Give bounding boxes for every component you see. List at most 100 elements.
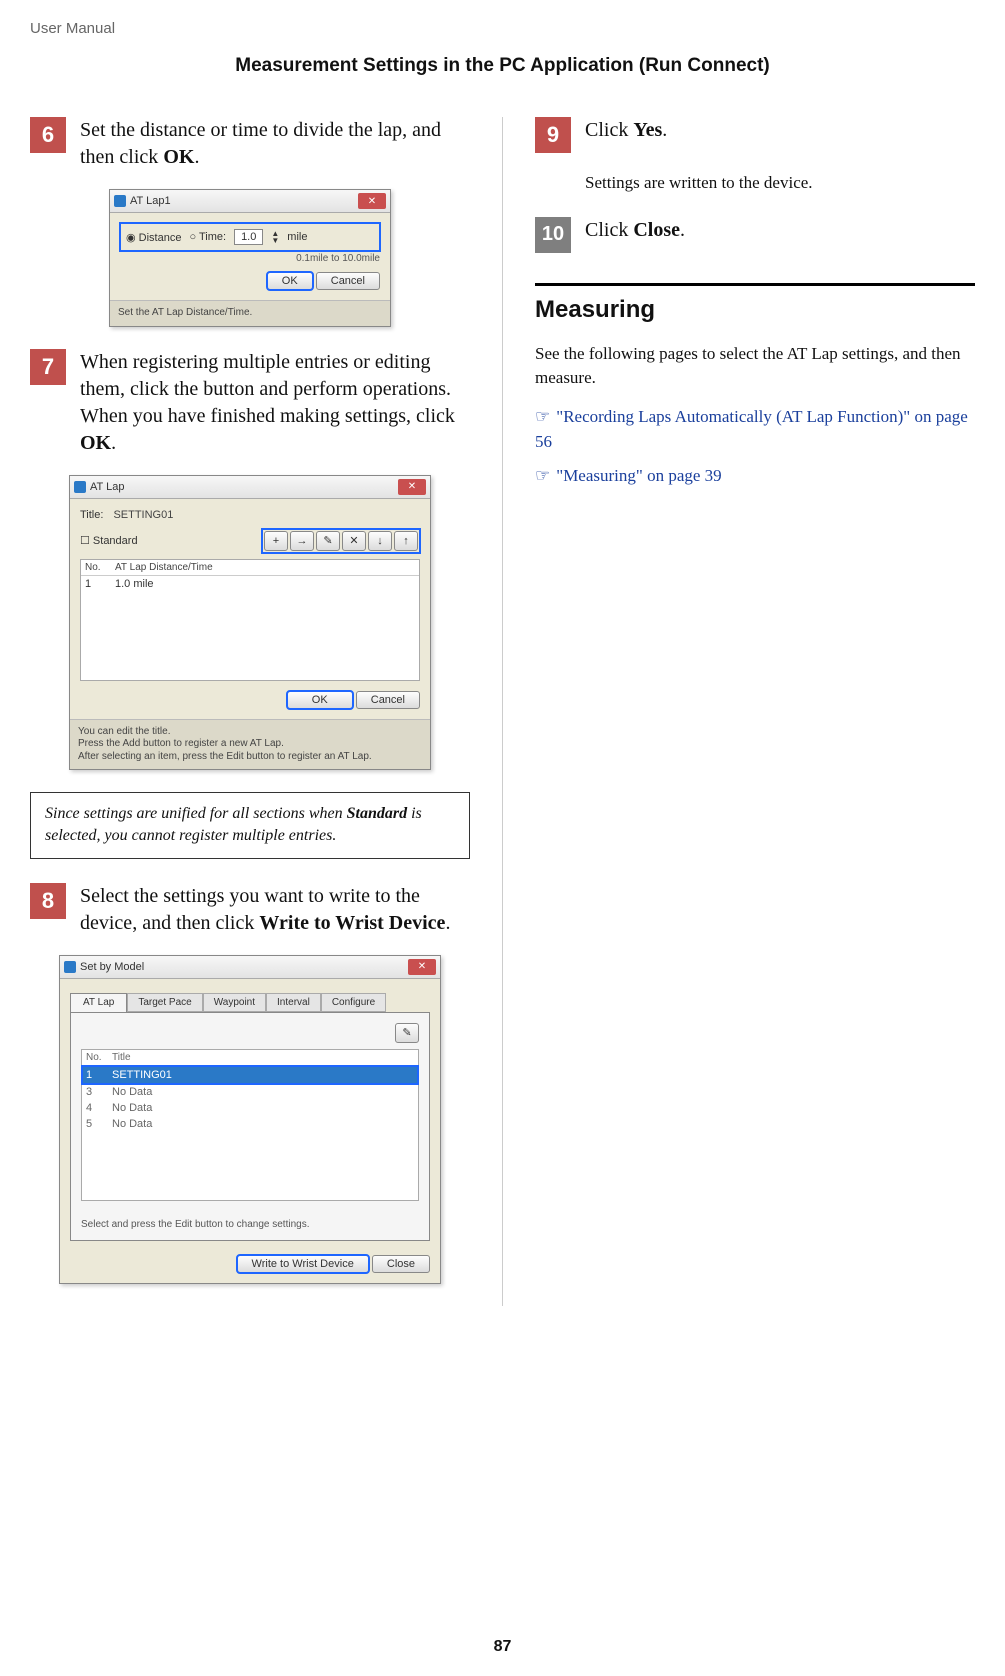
label: Distance: [139, 232, 182, 244]
tab-interval[interactable]: Interval: [266, 993, 321, 1012]
dialog-content: ◉ Distance ○ Time: 1.0 ▲ ▼ mile 0.1mile …: [110, 213, 390, 300]
help-text: Set the AT Lap Distance/Time.: [110, 300, 390, 326]
move-down-button[interactable]: ↓: [368, 531, 392, 551]
section-heading-measuring: Measuring: [535, 296, 975, 324]
value-input[interactable]: 1.0: [234, 229, 263, 245]
cell-no: 5: [86, 1118, 112, 1130]
cross-reference-link[interactable]: ☞"Recording Laps Automatically (AT Lap F…: [535, 405, 975, 454]
tab-atlap[interactable]: AT Lap: [70, 993, 127, 1012]
bold: Write to Wrist Device: [259, 912, 445, 934]
cell-no: 4: [86, 1102, 112, 1114]
range-hint: 0.1mile to 10.0mile: [120, 253, 380, 264]
tab-configure[interactable]: Configure: [321, 993, 386, 1012]
help-line: You can edit the title.: [78, 726, 422, 739]
step-text: When registering multiple entries or edi…: [80, 349, 470, 457]
text: When you have finished making settings, …: [80, 405, 455, 427]
link-text: "Recording Laps Automatically (AT Lap Fu…: [535, 407, 968, 451]
text: Since settings are unified for all secti…: [45, 805, 347, 822]
ok-button[interactable]: OK: [287, 691, 353, 709]
standard-checkbox[interactable]: ☐ Standard: [80, 534, 138, 547]
bold: OK: [163, 146, 194, 168]
table-row-selected[interactable]: 1 SETTING01: [82, 1066, 418, 1084]
cancel-button[interactable]: Cancel: [316, 272, 380, 290]
title-label: Title:: [80, 509, 103, 521]
step-6: 6 Set the distance or time to divide the…: [30, 117, 470, 171]
app-icon: [74, 481, 86, 493]
col-no: No.: [86, 1052, 112, 1063]
table-row[interactable]: 5No Data: [82, 1116, 418, 1132]
radio-distance[interactable]: ◉ Distance: [126, 231, 181, 244]
step-9: 9 Click Yes.: [535, 117, 975, 153]
pointer-icon: ☞: [535, 407, 550, 426]
text: .: [680, 219, 685, 241]
delete-button[interactable]: ✕: [342, 531, 366, 551]
cell-no: 1: [85, 578, 115, 590]
help-line: Press the Add button to register a new A…: [78, 738, 422, 751]
step-7: 7 When registering multiple entries or e…: [30, 349, 470, 457]
cancel-button[interactable]: Cancel: [356, 691, 420, 709]
toolbar: + → ✎ ✕ ↓ ↑: [262, 529, 420, 553]
window-title: AT Lap: [90, 481, 124, 493]
body-text: See the following pages to select the AT…: [535, 342, 975, 391]
button-row: Write to Wrist Device Close: [70, 1255, 430, 1273]
screenshot-atlap-list-dialog: AT Lap ✕ Title: SETTING01 ☐ Standard + →…: [69, 475, 431, 771]
close-button[interactable]: Close: [372, 1255, 430, 1273]
col-title: Title: [112, 1052, 131, 1063]
add-button[interactable]: +: [264, 531, 288, 551]
window-titlebar: AT Lap1 ✕: [110, 190, 390, 213]
radio-time[interactable]: ○ Time:: [189, 231, 226, 243]
step-text: Select the settings you want to write to…: [80, 883, 470, 937]
cell-title: No Data: [112, 1118, 152, 1130]
cell-title: No Data: [112, 1102, 152, 1114]
text: Set the distance or time to divide the l…: [80, 119, 441, 168]
write-to-wrist-button[interactable]: Write to Wrist Device: [237, 1255, 369, 1273]
two-column-layout: 6 Set the distance or time to divide the…: [30, 117, 975, 1306]
edit-icon[interactable]: ✎: [395, 1023, 419, 1043]
text: .: [111, 432, 116, 454]
tab-waypoint[interactable]: Waypoint: [203, 993, 266, 1012]
close-icon[interactable]: ✕: [398, 479, 426, 495]
close-icon[interactable]: ✕: [358, 193, 386, 209]
cell-dt: 1.0 mile: [115, 578, 154, 590]
ok-button[interactable]: OK: [267, 272, 313, 290]
list-table: No. AT Lap Distance/Time 1 1.0 mile: [80, 559, 420, 681]
window-title: Set by Model: [80, 961, 144, 973]
step-text: Set the distance or time to divide the l…: [80, 117, 470, 171]
window-title: AT Lap1: [130, 195, 171, 207]
text: Click: [585, 119, 633, 141]
text: Click: [585, 219, 633, 241]
manual-page: User Manual Measurement Settings in the …: [0, 0, 1005, 1676]
table-row[interactable]: 3No Data: [82, 1084, 418, 1100]
cell-title: No Data: [112, 1086, 152, 1098]
page-number: 87: [0, 1638, 1005, 1656]
tab-target-pace[interactable]: Target Pace: [127, 993, 202, 1012]
label: Time:: [199, 231, 226, 243]
right-column: 9 Click Yes. Settings are written to the…: [535, 117, 975, 1306]
help-line: After selecting an item, press the Edit …: [78, 751, 422, 764]
edit-button[interactable]: ✎: [316, 531, 340, 551]
button-row: OK Cancel: [120, 272, 380, 290]
app-icon: [64, 961, 76, 973]
close-icon[interactable]: ✕: [408, 959, 436, 975]
table-row[interactable]: 1 1.0 mile: [81, 576, 419, 592]
move-up-button[interactable]: ↑: [394, 531, 418, 551]
distance-time-row: ◉ Distance ○ Time: 1.0 ▲ ▼ mile: [120, 223, 380, 251]
bold: Close: [633, 219, 680, 241]
table-row[interactable]: 4No Data: [82, 1100, 418, 1116]
bold: OK: [80, 432, 111, 454]
left-column: 6 Set the distance or time to divide the…: [30, 117, 470, 1306]
step-text: Click Yes.: [585, 117, 975, 153]
cross-reference-link[interactable]: ☞"Measuring" on page 39: [535, 464, 975, 489]
chapter-title: Measurement Settings in the PC Applicati…: [30, 55, 975, 77]
column-divider: [502, 117, 503, 1306]
spinner-down-icon[interactable]: ▼: [271, 237, 279, 244]
title-value[interactable]: SETTING01: [113, 509, 173, 521]
text: .: [194, 146, 199, 168]
pointer-icon: ☞: [535, 466, 550, 485]
help-text: Select and press the Edit button to chan…: [81, 1219, 419, 1230]
unit-label: mile: [287, 231, 307, 243]
move-right-button[interactable]: →: [290, 531, 314, 551]
note-box: Since settings are unified for all secti…: [30, 792, 470, 859]
cell-no: 1: [86, 1069, 112, 1081]
bold: Standard: [347, 805, 407, 822]
